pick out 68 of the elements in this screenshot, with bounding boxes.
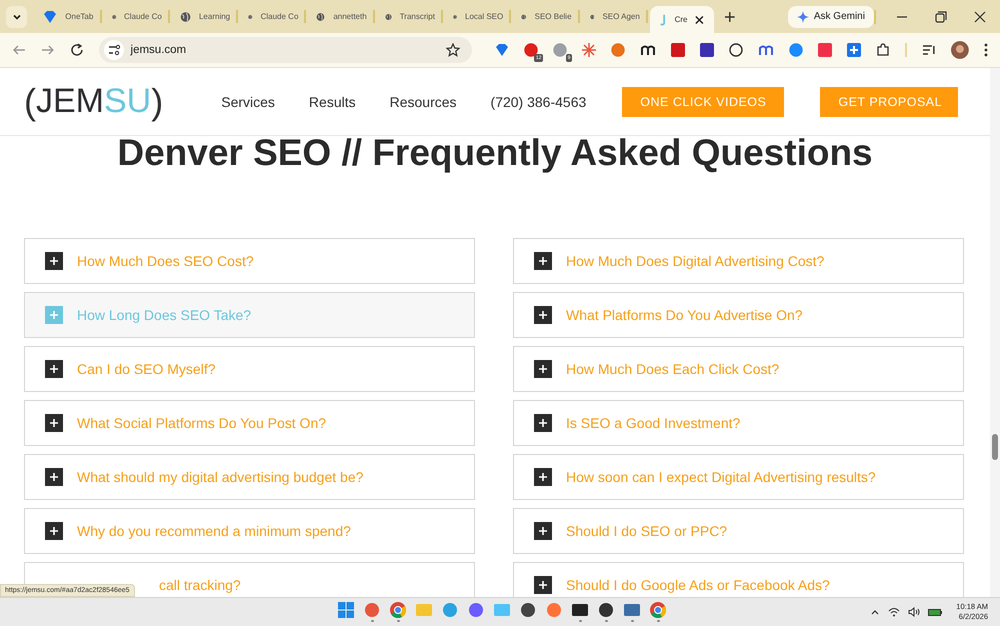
close-icon[interactable] [974, 10, 986, 22]
reload-icon[interactable] [70, 43, 84, 57]
expand-icon [534, 468, 552, 486]
site-settings-icon[interactable] [104, 40, 124, 60]
expand-icon [45, 468, 63, 486]
browser-tab[interactable]: Learning [172, 0, 240, 33]
diamond-icon [43, 10, 58, 24]
browser-tab[interactable]: Claude Co [240, 0, 308, 33]
faq-question: How Much Does SEO Cost? [77, 253, 254, 269]
nav-link[interactable]: Services [221, 94, 275, 110]
expand-icon [534, 414, 552, 432]
faq-question: What should my digital advertising budget be? [77, 469, 364, 485]
taskbar-app-icon[interactable] [598, 602, 614, 622]
browser-tab[interactable]: Local SEO [444, 0, 514, 33]
faq-question: call tracking? [159, 577, 241, 593]
expand-icon [45, 306, 63, 324]
expand-icon [534, 252, 552, 270]
faq-question: Why do you recommend a minimum spend? [77, 523, 351, 539]
expand-icon [534, 522, 552, 540]
wifi-icon[interactable] [888, 607, 900, 617]
battery-icon[interactable] [928, 607, 942, 617]
nav-link[interactable]: (720) 386-4563 [490, 94, 586, 110]
scrollbar[interactable] [990, 68, 1000, 597]
forward-icon[interactable] [40, 43, 55, 57]
new-tab-icon[interactable] [724, 10, 736, 22]
media-control-icon[interactable] [922, 43, 936, 57]
faq-question: How soon can I expect Digital Advertising results? [566, 469, 876, 485]
globe-icon [180, 10, 191, 24]
browser-tab[interactable]: OneTab [35, 0, 104, 33]
more-menu-icon[interactable] [984, 43, 988, 57]
faq-question: Is SEO a Good Investment? [566, 415, 740, 431]
bookmark-star-icon[interactable] [446, 43, 460, 57]
expand-icon [45, 522, 63, 540]
letter-j-icon [658, 12, 667, 26]
expand-icon [534, 360, 552, 378]
faq-question: How Much Does Each Click Cost? [566, 361, 780, 377]
expand-icon [45, 360, 63, 378]
close-icon[interactable] [695, 14, 704, 24]
browser-tab[interactable]: SEO Agen [582, 0, 650, 33]
browser-tab[interactable]: Transcript [376, 0, 445, 33]
expand-icon [534, 306, 552, 324]
faq-question: Should I do Google Ads or Facebook Ads? [566, 577, 830, 593]
faq-question: What Platforms Do You Advertise On? [566, 307, 803, 323]
browser-tab[interactable]: Cre [650, 6, 714, 33]
taskbar-app-icon[interactable] [572, 602, 588, 622]
nav-link[interactable]: Results [308, 94, 356, 110]
section-heading: Denver SEO // Frequently Asked Questions [116, 133, 874, 175]
nav-link[interactable]: Resources [390, 94, 457, 110]
site-logo[interactable]: (JEMSU) [24, 80, 164, 122]
browser-tab[interactable]: annetteth [308, 0, 377, 33]
expand-icon [45, 252, 63, 270]
address-bar[interactable]: jemsu.com [98, 37, 472, 63]
faq-question: What Social Platforms Do You Post On? [77, 415, 326, 431]
avatar-icon[interactable] [951, 41, 970, 59]
faq-question: Can I do SEO Myself? [77, 361, 216, 377]
faq-question: How Long Does SEO Take? [77, 307, 252, 323]
faq-question: How Much Does Digital Advertising Cost? [566, 253, 824, 269]
expand-icon [45, 414, 63, 432]
browser-tab[interactable]: SEO Belie [513, 0, 582, 33]
expand-icon [534, 576, 552, 594]
tab-search-button[interactable] [6, 6, 28, 28]
faq-question: Should I do SEO or PPC? [566, 523, 728, 539]
ask-gemini-button[interactable]: Ask Gemini [788, 6, 874, 28]
browser-tab[interactable]: Claude Co [104, 0, 172, 33]
restore-icon[interactable] [935, 10, 947, 22]
sparkle-icon [796, 10, 809, 22]
speaker-icon[interactable] [908, 607, 920, 617]
back-icon[interactable] [12, 43, 26, 57]
